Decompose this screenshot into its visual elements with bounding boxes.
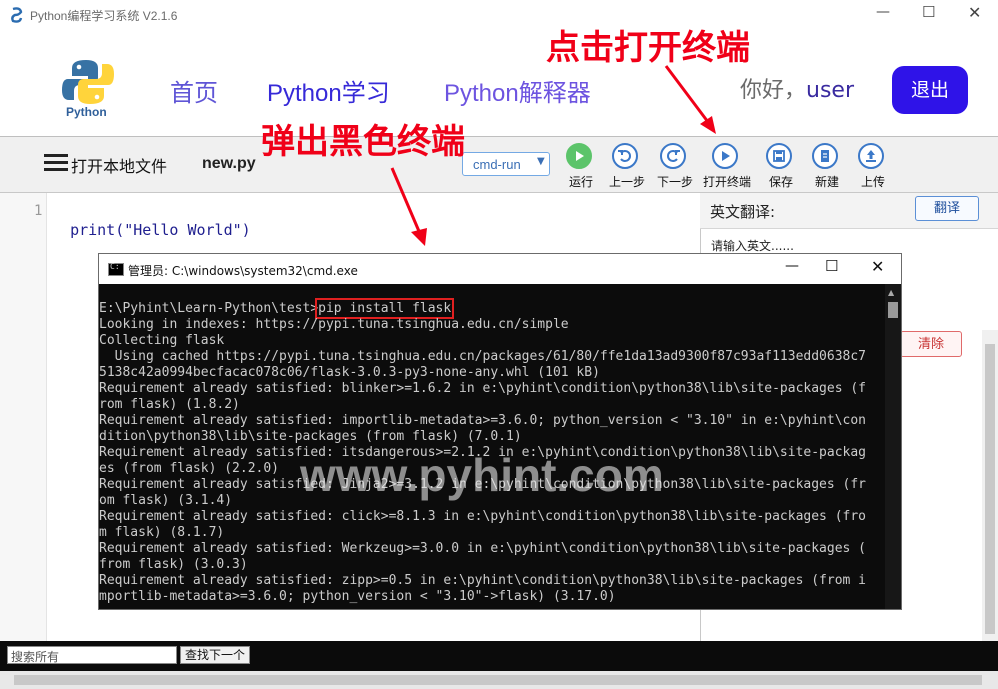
redo-icon [660, 143, 686, 169]
cmd-title: 管理员: C:\windows\system32\cmd.exe [128, 264, 358, 278]
app-icon [11, 7, 23, 23]
redo-label: 下一步 [656, 175, 693, 189]
python-logo-icon [62, 60, 114, 104]
find-next-button[interactable]: 查找下一个 [180, 646, 250, 664]
horizontal-scroll-thumb[interactable] [14, 675, 982, 685]
chevron-down-icon: ▼ [537, 156, 545, 167]
horizontal-scrollbar[interactable] [0, 671, 998, 689]
save-button[interactable]: 保存 [759, 140, 803, 189]
open-terminal-label: 打开终端 [702, 175, 751, 189]
undo-button[interactable]: 上一步 [605, 140, 649, 189]
run-mode-value: cmd-run [473, 157, 521, 172]
annotation-open-terminal: 点击打开终端 [546, 28, 750, 68]
cmd-command-line: E:\Pyhint\Learn-Python\test>pip install … [99, 298, 885, 319]
right-scroll-track[interactable] [982, 330, 998, 641]
cmd-prompt: E:\Pyhint\Learn-Python\test> [99, 301, 319, 316]
window-title: Python编程学习系统 V2.1.6 [30, 9, 178, 23]
upload-icon [858, 143, 884, 169]
open-local-file-button[interactable]: 打开本地文件 [71, 153, 167, 177]
logout-button[interactable]: 退出 [892, 66, 968, 114]
play-icon [566, 143, 592, 169]
open-terminal-button[interactable]: 打开终端 [703, 140, 751, 189]
window-titlebar: Python编程学习系统 V2.1.6 — ☐ ✕ [0, 0, 998, 30]
nav-home[interactable]: 首页 [170, 73, 218, 108]
watermark: www.pyhint.com [300, 449, 664, 501]
translate-title: 英文翻译: [710, 203, 776, 221]
line-number: 1 [34, 203, 43, 219]
minimize-icon[interactable]: — [876, 4, 890, 20]
run-mode-select[interactable]: cmd-run ▼ [462, 152, 550, 176]
username: user [806, 78, 855, 103]
cmd-scrollbar[interactable]: ▲ [885, 284, 901, 609]
right-scroll-thumb[interactable] [985, 344, 995, 634]
search-placeholder: 搜索所有 [11, 650, 60, 664]
terminal-play-icon [712, 143, 738, 169]
nav-python-interpreter[interactable]: Python解释器 [444, 73, 591, 108]
translate-input[interactable]: 请输入英文...... [711, 237, 794, 254]
line-gutter [0, 193, 47, 641]
code-line[interactable]: print("Hello World") [52, 203, 251, 239]
search-input[interactable]: 搜索所有 [7, 646, 177, 664]
redo-button[interactable]: 下一步 [653, 140, 697, 189]
cmd-scroll-up-icon[interactable]: ▲ [888, 288, 894, 297]
upload-button[interactable]: 上传 [851, 140, 895, 189]
upload-label: 上传 [860, 175, 885, 189]
annotation-popup-terminal: 弹出黑色终端 [261, 122, 465, 162]
cmd-close-icon[interactable]: ✕ [871, 257, 884, 276]
file-name: new.py [202, 155, 256, 172]
cmd-minimize-icon[interactable]: — [785, 258, 799, 274]
cmd-icon: C: [108, 262, 124, 276]
cmd-command: pip install flask [315, 298, 455, 319]
nav-python-learning[interactable]: Python学习 [267, 73, 390, 108]
clear-button[interactable]: 清除 [900, 331, 962, 357]
cmd-maximize-icon[interactable]: ☐ [825, 257, 838, 275]
new-file-icon [812, 143, 838, 169]
new-file-button[interactable]: 新建 [805, 140, 849, 189]
undo-icon [612, 143, 638, 169]
cmd-scroll-thumb[interactable] [888, 302, 898, 318]
save-icon [766, 143, 792, 169]
maximize-icon[interactable]: ☐ [922, 3, 935, 21]
code-text: print("Hello World") [70, 221, 251, 239]
cmd-window[interactable]: C: 管理员: C:\windows\system32\cmd.exe — ☐ … [98, 253, 902, 610]
translate-button[interactable]: 翻译 [915, 196, 979, 221]
run-button[interactable]: 运行 [559, 140, 603, 189]
close-icon[interactable]: ✕ [968, 3, 981, 22]
greeting: 你好，user [740, 72, 854, 104]
cmd-titlebar: C: 管理员: C:\windows\system32\cmd.exe — ☐ … [99, 254, 901, 284]
greeting-text: 你好， [740, 78, 807, 103]
menu-icon[interactable] [44, 154, 68, 172]
logo-text: Python [66, 105, 107, 119]
